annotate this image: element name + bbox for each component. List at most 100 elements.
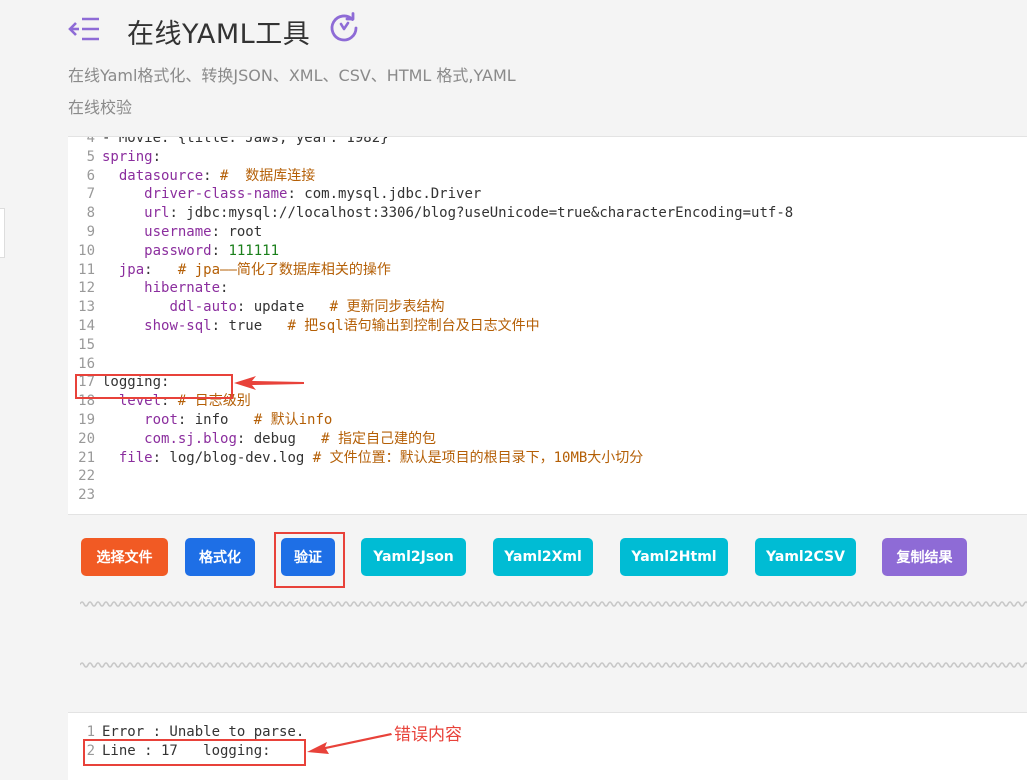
line-number: 15: [78, 336, 95, 353]
code-value: : jdbc:mysql://localhost:3306/blog?useUn…: [169, 205, 794, 222]
code-line: 9 username: root: [68, 223, 1027, 242]
line-number: 23: [78, 487, 95, 504]
code-value: : log/blog-dev.log: [152, 449, 313, 466]
yaml2json-button[interactable]: Yaml2Json: [361, 538, 466, 576]
line-number: 9: [86, 223, 95, 240]
annotation-error-label: 错误内容: [394, 725, 462, 745]
yaml2csv-button[interactable]: Yaml2CSV: [755, 538, 856, 576]
code-text: - Movie: {title: Jaws, year: 1982}: [102, 136, 389, 146]
code-value: : debug: [236, 430, 322, 447]
code-line: 20 com.sj.blog: debug # 指定自己建的包: [68, 430, 1027, 449]
code-key: jpa: [118, 261, 145, 278]
side-tab[interactable]: [0, 208, 5, 258]
code-key: com.sj.blog: [144, 430, 237, 447]
code-line: 10 password: 111111: [68, 242, 1027, 261]
code-number: 111111: [228, 242, 280, 259]
line-number: 7: [86, 186, 95, 203]
code-text: Error : Unable to parse.: [102, 724, 305, 740]
code-key: username: [144, 223, 212, 240]
code-key: datasource: [118, 167, 204, 184]
code-comment: # jpa——简化了数据库相关的操作: [177, 261, 391, 278]
code-key: driver-class-name: [144, 186, 288, 203]
code-key: hibernate: [144, 280, 221, 297]
code-line: 7 driver-class-name: com.mysql.jdbc.Driv…: [68, 185, 1027, 204]
wavy-divider: [80, 601, 1027, 607]
line-number: 19: [78, 411, 95, 428]
code-comment: # 指定自己建的包: [321, 430, 437, 447]
code-value: : info: [177, 411, 254, 428]
code-line: 13 ddl-auto: update # 更新同步表结构: [68, 298, 1027, 317]
code-line: 5 spring:: [68, 148, 1027, 167]
format-button[interactable]: 格式化: [185, 538, 255, 576]
code-key: password: [144, 242, 212, 259]
line-number: 11: [78, 261, 95, 278]
code-line: 22: [68, 467, 1027, 486]
line-number: 20: [78, 430, 95, 447]
code-comment: # 文件位置：默认是项目的根目录下，10MB大小切分: [312, 449, 644, 466]
verify-button[interactable]: 验证: [281, 538, 335, 576]
line-number: 16: [78, 355, 95, 372]
line-number: 8: [86, 205, 95, 222]
line-number: 14: [78, 317, 95, 334]
refresh-icon[interactable]: [328, 12, 360, 44]
code-value: :: [220, 280, 229, 297]
code-value: : root: [211, 223, 263, 240]
code-value: : update: [236, 299, 330, 316]
code-value: : com.mysql.jdbc.Driver: [287, 186, 482, 203]
annotation-arrow-icon: [234, 376, 304, 390]
code-line: 11 jpa: # jpa——简化了数据库相关的操作: [68, 261, 1027, 280]
line-number: 5: [86, 148, 95, 165]
back-menu-icon[interactable]: [68, 14, 100, 44]
code-line: 19 root: info # 默认info: [68, 411, 1027, 430]
code-line: 23: [68, 486, 1027, 505]
code-comment: # 更新同步表结构: [329, 299, 445, 316]
line-number: 22: [78, 468, 95, 485]
code-key: ddl-auto: [169, 299, 237, 316]
page-title: 在线YAML工具: [127, 19, 311, 50]
code-key: show-sql: [144, 317, 212, 334]
code-key: root: [144, 411, 178, 428]
code-value: :: [211, 242, 229, 259]
editor-lines: 4 - Movie: {title: Jaws, year: 1982} 5 spri…: [68, 136, 1027, 505]
error-line-highlight: [75, 374, 233, 399]
code-comment: # 默认info: [253, 411, 333, 428]
line-number: 4: [86, 136, 95, 146]
code-key: spring: [102, 148, 153, 165]
select-file-button[interactable]: 选择文件: [81, 538, 168, 576]
code-line: 16: [68, 355, 1027, 374]
copy-result-button[interactable]: 复制结果: [882, 538, 967, 576]
code-line: 6 datasource: # 数据库连接: [68, 167, 1027, 186]
annotation-arrow-icon: [307, 733, 392, 754]
line-number: 6: [86, 167, 95, 184]
code-line: 8 url: jdbc:mysql://localhost:3306/blog?…: [68, 204, 1027, 223]
code-value: :: [144, 261, 178, 278]
code-value: :: [203, 167, 221, 184]
line-number: 13: [78, 299, 95, 316]
code-line: 12 hibernate:: [68, 279, 1027, 298]
yaml2xml-button[interactable]: Yaml2Xml: [493, 538, 593, 576]
code-comment: # 把sql语句输出到控制台及日志文件中: [287, 317, 540, 334]
code-line: 15: [68, 336, 1027, 355]
code-value: :: [152, 148, 162, 165]
error-result-highlight: [83, 739, 306, 766]
wavy-divider: [80, 662, 1027, 668]
code-comment: # 数据库连接: [220, 167, 316, 184]
code-line: 21 file: log/blog-dev.log # 文件位置：默认是项目的根…: [68, 449, 1027, 468]
yaml-editor[interactable]: 4 - Movie: {title: Jaws, year: 1982} 5 spri…: [68, 136, 1027, 515]
page-description: 在线Yaml格式化、转换JSON、XML、CSV、HTML 格式,YAML在线校…: [68, 66, 516, 117]
code-line: 4 - Movie: {title: Jaws, year: 1982}: [68, 136, 1027, 148]
code-line: 14 show-sql: true # 把sql语句输出到控制台及日志文件中: [68, 317, 1027, 336]
yaml2html-button[interactable]: Yaml2Html: [620, 538, 728, 576]
